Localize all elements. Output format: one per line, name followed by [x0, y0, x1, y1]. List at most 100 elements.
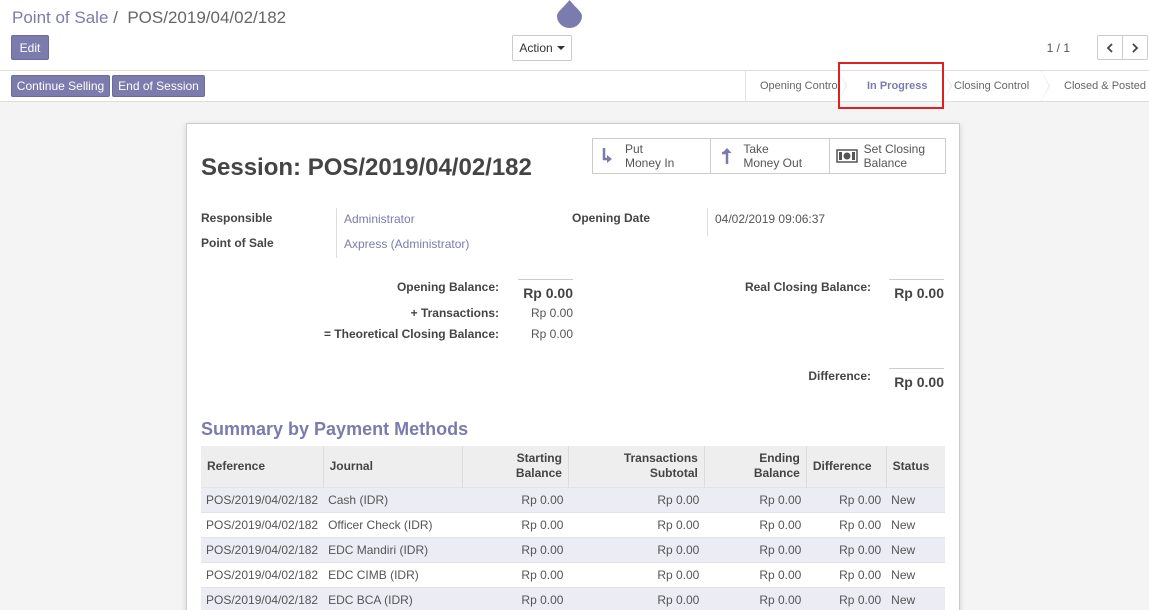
action-label: Action	[519, 41, 553, 55]
stage-closed-posted[interactable]: Closed & Posted	[1041, 71, 1149, 101]
breadcrumb-current: POS/2019/04/02/182	[127, 8, 287, 27]
table-row[interactable]: POS/2019/04/02/182 EDC Mandiri (IDR) Rp …	[201, 536, 945, 562]
table-row[interactable]: POS/2019/04/02/182 Cash (IDR) Rp 0.00 Rp…	[201, 486, 945, 512]
pager-next-button[interactable]	[1122, 35, 1148, 60]
difference-label: Difference:	[808, 369, 871, 383]
cell-subtotal: Rp 0.00	[568, 536, 705, 562]
col-difference[interactable]: Difference	[805, 446, 887, 487]
cell-status: New	[886, 586, 945, 610]
header-line: Balance	[515, 466, 562, 481]
cell-starting: Rp 0.00	[462, 586, 569, 610]
put-money-in-button[interactable]: Put Money In	[593, 139, 711, 173]
cell-subtotal: Rp 0.00	[568, 486, 705, 512]
stage-label: Closed & Posted	[1064, 80, 1146, 92]
cell-starting: Rp 0.00	[462, 511, 569, 537]
smart-line: Set Closing	[863, 142, 926, 156]
cell-status: New	[886, 511, 945, 537]
cell-ending: Rp 0.00	[704, 586, 807, 610]
table-header-row: Reference Journal Starting Balance Transa…	[201, 446, 945, 487]
payment-methods-table: Reference Journal Starting Balance Transa…	[201, 446, 945, 610]
smart-line: Money In	[625, 156, 675, 170]
stage-closing-control[interactable]: Closing Control	[943, 71, 1050, 101]
status-bar: Opening Control In Progress Closing Cont…	[745, 71, 1149, 101]
money-in-icon	[602, 148, 612, 163]
action-dropdown[interactable]: Action	[512, 35, 572, 61]
cell-reference: POS/2019/04/02/182	[201, 486, 324, 512]
theoretical-closing-balance-label: = Theoretical Closing Balance:	[323, 327, 499, 341]
pager-previous-button[interactable]	[1097, 35, 1123, 60]
control-panel: Point of Sale / POS/2019/04/02/182 Edit …	[0, 0, 1149, 71]
opening-balance-value: Rp 0.00	[518, 279, 573, 301]
end-of-session-button[interactable]: End of Session	[112, 75, 205, 97]
point-of-sale-label: Point of Sale	[201, 236, 274, 250]
real-closing-balance-value: Rp 0.00	[889, 279, 944, 301]
table-row[interactable]: POS/2019/04/02/182 EDC CIMB (IDR) Rp 0.0…	[201, 561, 945, 587]
cell-status: New	[886, 561, 945, 587]
cash-icon	[835, 149, 858, 163]
cell-reference: POS/2019/04/02/182	[201, 586, 324, 610]
stage-label: Closing Control	[954, 80, 1030, 92]
header-line: Transactions	[623, 451, 698, 466]
responsible-value[interactable]: Administrator	[344, 212, 415, 226]
stage-label: Opening Control	[760, 80, 841, 92]
cell-status: New	[886, 536, 945, 562]
header-line: Starting	[516, 451, 562, 466]
smart-line: Put	[625, 142, 644, 156]
col-starting-balance[interactable]: Starting Balance	[462, 446, 569, 487]
cell-ending: Rp 0.00	[704, 536, 807, 562]
header-line: Balance	[753, 466, 800, 481]
set-closing-balance-button[interactable]: Set Closing Balance	[828, 139, 945, 173]
cell-subtotal: Rp 0.00	[568, 561, 705, 587]
col-ending-balance[interactable]: Ending Balance	[703, 446, 807, 487]
header-line: Ending	[759, 451, 800, 466]
chevron-left-icon	[1106, 42, 1113, 53]
col-transactions-subtotal[interactable]: Transactions Subtotal	[567, 446, 705, 487]
cell-subtotal: Rp 0.00	[568, 511, 705, 537]
stage-arrow-fill	[943, 71, 951, 101]
cell-starting: Rp 0.00	[462, 486, 569, 512]
money-out-icon	[722, 148, 732, 164]
caret-down-icon	[556, 46, 565, 50]
opening-date-label: Opening Date	[572, 211, 651, 225]
breadcrumb-parent-link[interactable]: Point of Sale	[12, 8, 108, 27]
real-closing-balance-label: Real Closing Balance:	[744, 280, 871, 294]
breadcrumb: Point of Sale / POS/2019/04/02/182	[12, 8, 286, 28]
take-money-out-button[interactable]: Take Money Out	[710, 139, 829, 173]
responsible-label: Responsible	[201, 211, 273, 225]
cell-journal: Officer Check (IDR)	[323, 511, 463, 537]
form-sheet: Session: POS/2019/04/02/182 Put Money In …	[186, 123, 960, 610]
table-row[interactable]: POS/2019/04/02/182 Officer Check (IDR) R…	[201, 511, 945, 537]
field-divider	[707, 208, 708, 236]
cell-difference: Rp 0.00	[806, 536, 887, 562]
smart-buttons: Put Money In Take Money Out Set Closing Bal…	[592, 138, 946, 174]
chevron-right-icon	[1132, 42, 1139, 53]
cell-journal: EDC CIMB (IDR)	[323, 561, 463, 587]
cell-starting: Rp 0.00	[462, 561, 569, 587]
cell-difference: Rp 0.00	[806, 486, 887, 512]
smart-button-text: Set Closing Balance	[864, 142, 925, 170]
col-journal[interactable]: Journal	[322, 446, 463, 487]
smart-line: Balance	[863, 156, 908, 170]
cell-journal: Cash (IDR)	[323, 486, 463, 512]
highlight-box	[838, 62, 944, 109]
breadcrumb-separator: /	[113, 8, 118, 27]
cell-reference: POS/2019/04/02/182	[201, 561, 324, 587]
smart-button-text: Take Money Out	[743, 142, 802, 170]
edit-button[interactable]: Edit	[11, 35, 49, 60]
page-title: Session: POS/2019/04/02/182	[201, 154, 532, 181]
continue-selling-button[interactable]: Continue Selling	[11, 75, 110, 97]
opening-balance-label: Opening Balance:	[396, 280, 499, 294]
col-reference[interactable]: Reference	[201, 446, 324, 487]
table-row[interactable]: POS/2019/04/02/182 EDC BCA (IDR) Rp 0.00…	[201, 586, 945, 610]
stage-opening-control[interactable]: Opening Control	[745, 71, 847, 101]
point-of-sale-value[interactable]: Axpress (Administrator)	[344, 237, 469, 251]
cell-journal: EDC Mandiri (IDR)	[323, 536, 463, 562]
transactions-value: Rp 0.00	[530, 306, 573, 320]
stage-arrow-fill	[1041, 71, 1049, 101]
cell-status: New	[886, 486, 945, 512]
loading-drop-icon	[557, 0, 582, 28]
cell-subtotal: Rp 0.00	[568, 586, 705, 610]
col-status[interactable]: Status	[885, 446, 945, 487]
theoretical-closing-balance-value: Rp 0.00	[530, 327, 573, 341]
cell-reference: POS/2019/04/02/182	[201, 536, 324, 562]
